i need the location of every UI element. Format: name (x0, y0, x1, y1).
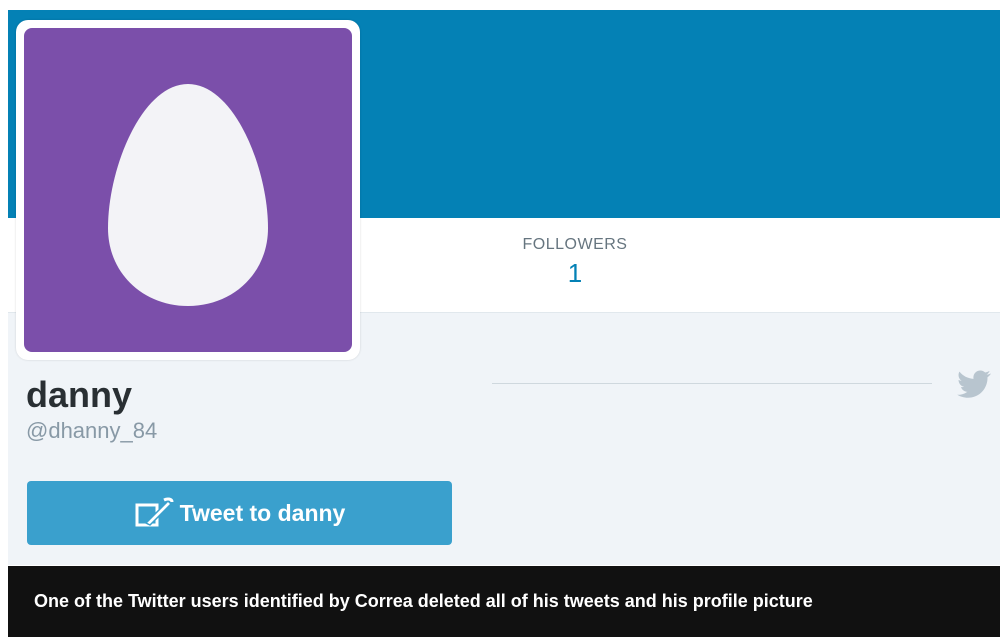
twitter-bird-icon (957, 370, 991, 398)
avatar-image (24, 28, 352, 352)
followers-label: FOLLOWERS (522, 236, 628, 253)
followers-count[interactable]: 1 (510, 258, 640, 289)
tweet-to-label: Tweet to danny (179, 499, 346, 526)
profile-page: FOLLOWERS 1 danny @dhanny_84 Tweet to da… (0, 0, 1000, 637)
followers-stat[interactable]: FOLLOWERS 1 (510, 236, 640, 289)
tweet-to-button[interactable]: Tweet to danny (27, 481, 452, 545)
divider (492, 383, 932, 384)
avatar[interactable] (16, 20, 360, 360)
image-caption: One of the Twitter users identified by C… (8, 566, 1000, 637)
compose-tweet-icon (135, 497, 174, 527)
egg-icon (108, 84, 268, 306)
profile-handle[interactable]: @dhanny_84 (26, 418, 157, 444)
profile-name: danny (26, 374, 133, 415)
